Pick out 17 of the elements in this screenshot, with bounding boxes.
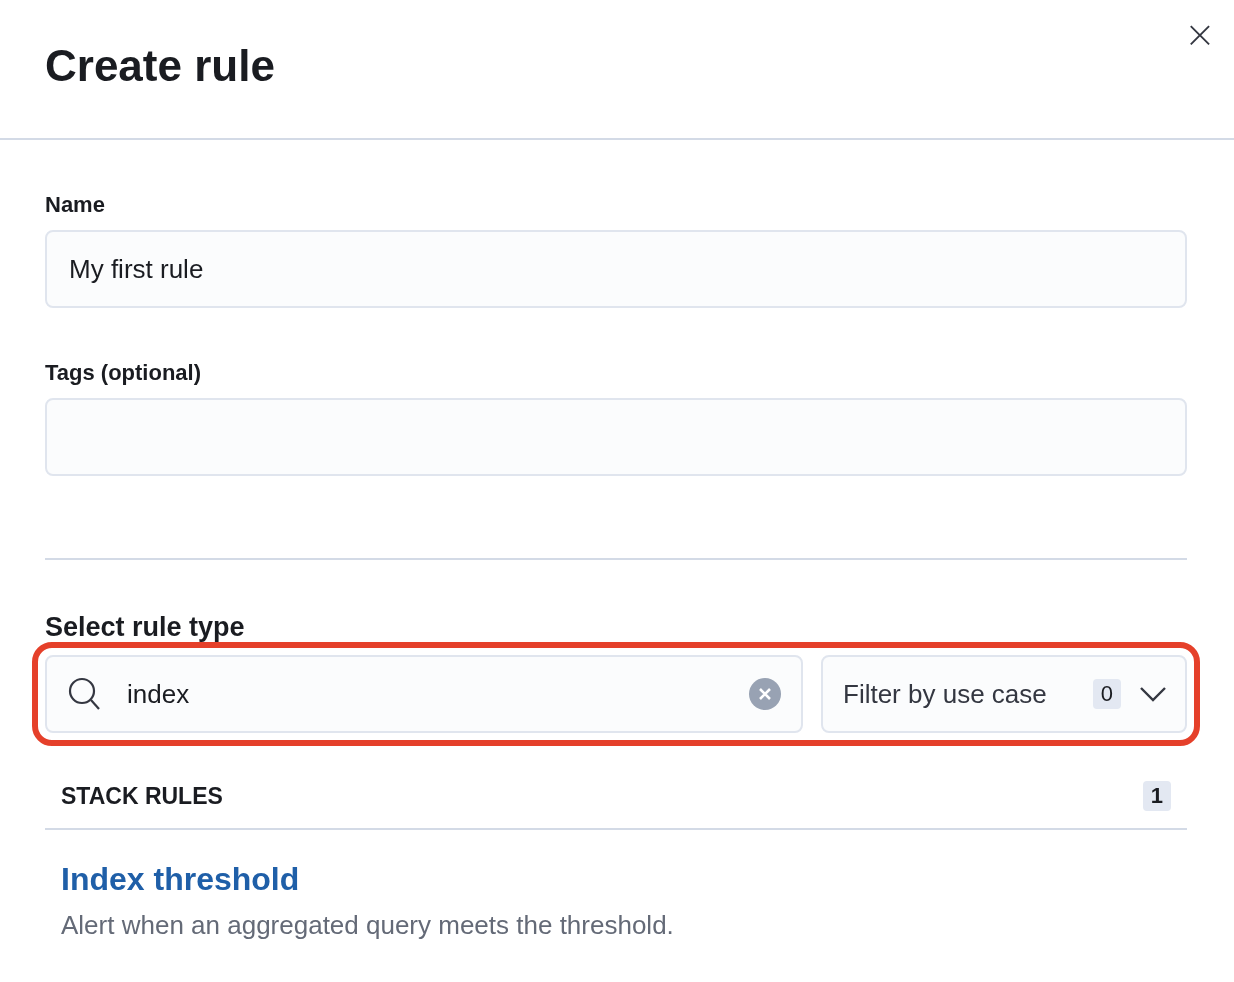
rule-description: Alert when an aggregated query meets the threshold.	[61, 910, 675, 941]
text-field[interactable]	[45, 398, 1187, 476]
close-button[interactable]: ×	[1184, 18, 1216, 50]
rule-type-link[interactable]: Index threshold	[61, 860, 1171, 898]
clear-icon[interactable]	[749, 678, 781, 710]
text-field[interactable]: My first rule	[45, 230, 1187, 308]
field-label: Name	[45, 193, 106, 217]
flyout-title: Create rule	[45, 40, 275, 92]
count-badge: 0	[1092, 679, 1121, 709]
section-title: Select rule type	[45, 612, 246, 642]
search-icon	[67, 676, 103, 712]
group-title: STACK RULES	[61, 782, 223, 810]
field-label: Tags (optional)	[45, 361, 203, 385]
count-badge: 1	[1142, 781, 1171, 811]
search-field[interactable]: index	[45, 655, 803, 733]
filter-dropdown[interactable]: Filter by use case 0	[821, 655, 1187, 733]
chevron-down-icon	[1139, 686, 1167, 702]
